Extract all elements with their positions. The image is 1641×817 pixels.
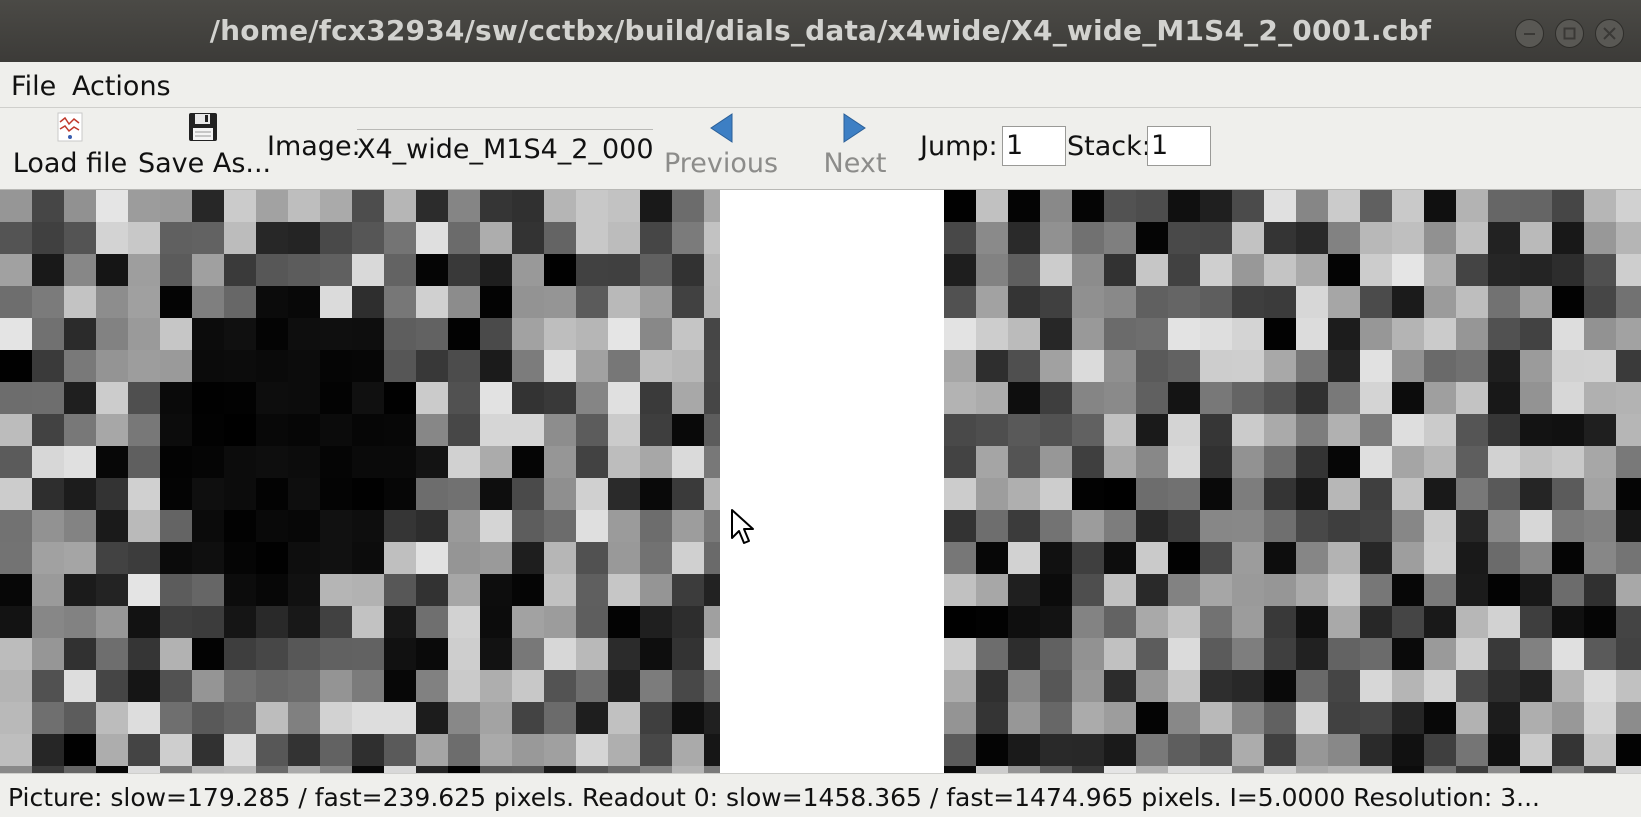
- status-text: Picture: slow=179.285 / fast=239.625 pix…: [8, 783, 1540, 812]
- floppy-disk-icon: [189, 113, 217, 141]
- next-label: Next: [823, 148, 887, 179]
- window-title: /home/fcx32934/sw/cctbx/build/dials_data…: [209, 14, 1432, 47]
- arrow-left-icon: [710, 113, 733, 143]
- previous-button[interactable]: Previous: [660, 112, 782, 179]
- load-file-label: Load file: [12, 148, 128, 179]
- stack-input[interactable]: 1: [1147, 126, 1211, 166]
- jump-label: Jump:: [920, 131, 998, 162]
- mouse-cursor-icon: [731, 509, 754, 544]
- save-as-label: Save As...: [138, 148, 272, 179]
- image-name-field[interactable]: X4_wide_M1S4_2_000: [357, 129, 653, 168]
- image-viewer-canvas[interactable]: [0, 190, 1641, 773]
- load-file-button[interactable]: Load file: [12, 112, 128, 179]
- detector-image: [0, 190, 1641, 773]
- image-label: Image:: [267, 131, 361, 162]
- status-bar: Picture: slow=179.285 / fast=239.625 pix…: [0, 773, 1641, 817]
- maximize-icon: [1563, 27, 1576, 40]
- title-bar[interactable]: /home/fcx32934/sw/cctbx/build/dials_data…: [0, 0, 1641, 62]
- menu-file[interactable]: File: [11, 71, 56, 102]
- arrow-right-icon: [843, 113, 866, 143]
- close-icon: [1603, 27, 1616, 40]
- close-button[interactable]: [1595, 19, 1624, 48]
- next-button[interactable]: Next: [800, 112, 910, 179]
- plot-icon: [57, 112, 83, 142]
- jump-input[interactable]: 1: [1002, 126, 1066, 166]
- minimize-button[interactable]: [1515, 19, 1544, 48]
- menu-bar: File Actions: [0, 62, 1641, 108]
- minimize-icon: [1524, 33, 1535, 35]
- previous-label: Previous: [663, 148, 779, 179]
- toolbar: Load file Save As... Image: X4_wide_M1S4…: [0, 108, 1641, 190]
- maximize-button[interactable]: [1555, 19, 1584, 48]
- menu-actions[interactable]: Actions: [72, 71, 171, 102]
- stack-label: Stack:: [1067, 131, 1151, 162]
- save-as-button[interactable]: Save As...: [138, 112, 272, 179]
- app-window: /home/fcx32934/sw/cctbx/build/dials_data…: [0, 0, 1641, 817]
